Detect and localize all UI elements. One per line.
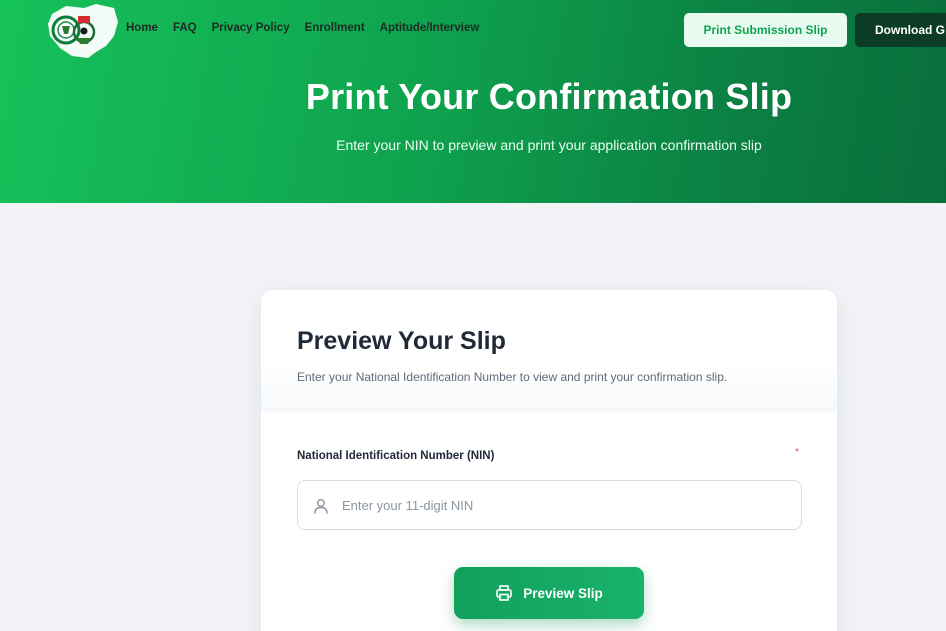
preview-slip-label: Preview Slip [523,585,603,601]
nav-faq[interactable]: FAQ [173,22,197,34]
nigeria-coat-of-arms-logo-icon[interactable] [44,2,120,60]
hero-banner: Home FAQ Privacy Policy Enrollment Aptit… [0,0,946,203]
print-submission-slip-button[interactable]: Print Submission Slip [684,13,847,47]
nin-input[interactable] [342,481,792,529]
page-subtitle: Enter your NIN to preview and print your… [336,137,762,153]
preview-slip-button[interactable]: Preview Slip [454,567,644,619]
card-description: Enter your National Identification Numbe… [297,370,728,384]
nin-field[interactable] [297,480,802,530]
nav-home[interactable]: Home [126,22,158,34]
card-title: Preview Your Slip [297,327,506,355]
main-nav: Home FAQ Privacy Policy Enrollment Aptit… [126,22,479,34]
page-title: Print Your Confirmation Slip [305,76,793,117]
nin-field-label: National Identification Number (NIN) [297,450,495,462]
download-button[interactable]: Download G [855,13,946,47]
user-icon [312,497,330,515]
required-indicator: * [795,447,799,458]
preview-slip-card: Preview Your Slip Enter your National Id… [261,290,837,631]
nav-aptitude-interview[interactable]: Aptitude/Interview [380,22,480,34]
printer-icon [495,584,513,602]
nav-privacy-policy[interactable]: Privacy Policy [212,22,290,34]
nav-enrollment[interactable]: Enrollment [305,22,365,34]
